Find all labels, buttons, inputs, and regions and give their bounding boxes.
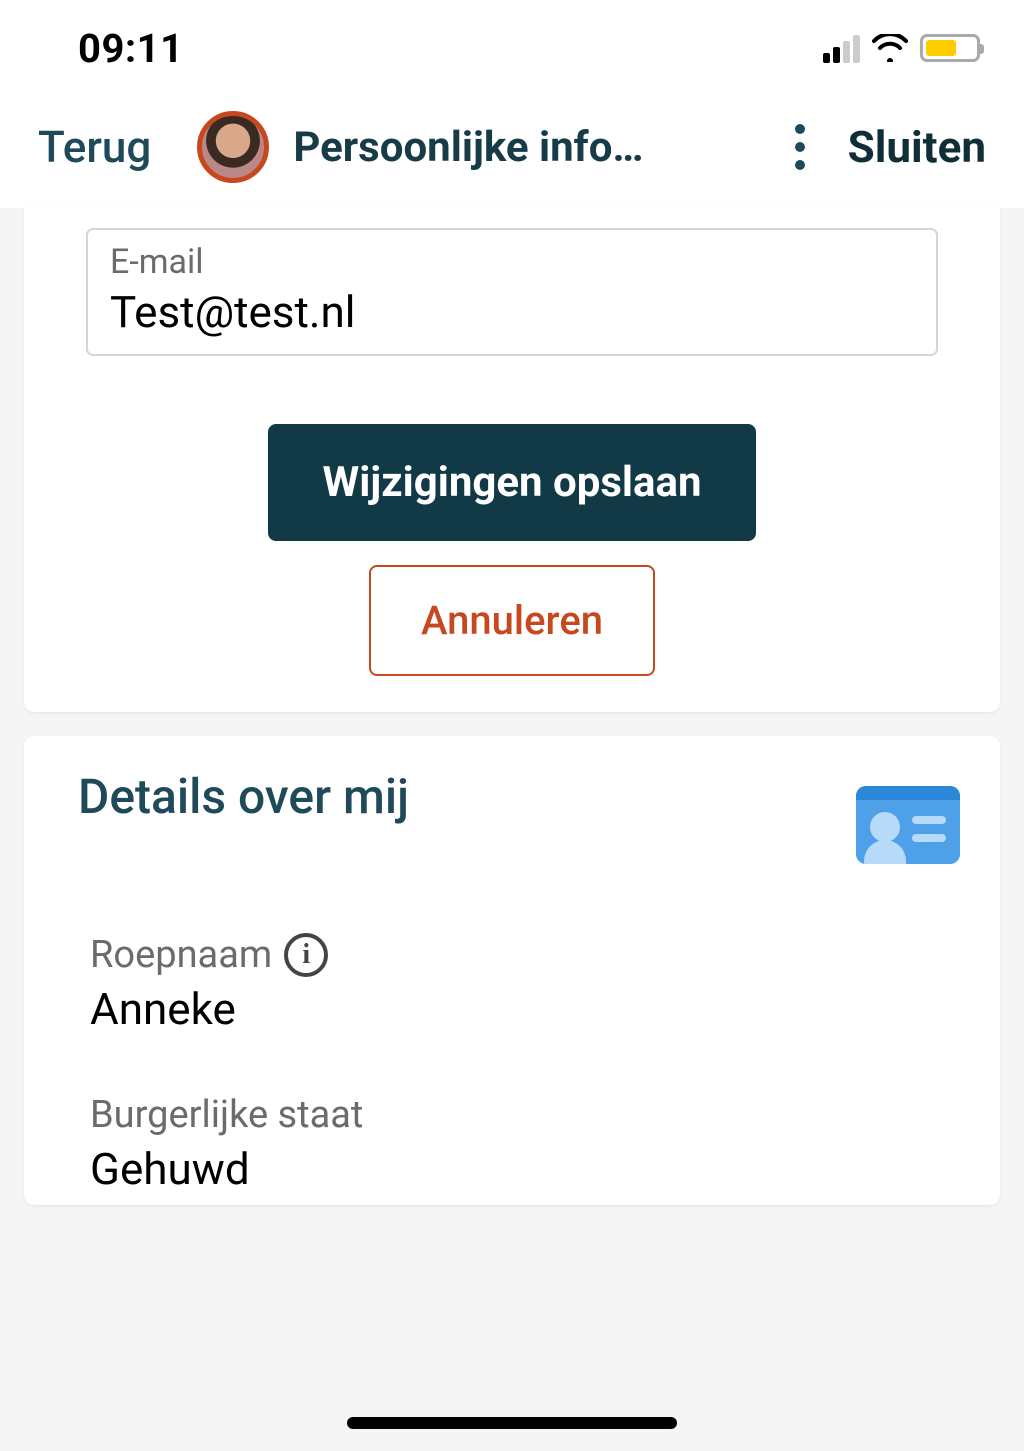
form-actions: Wijzigingen opslaan Annuleren	[24, 424, 1000, 676]
email-label: E-mail	[110, 242, 914, 282]
wifi-icon	[872, 34, 908, 62]
field-label-roepnaam: Roepnaam i	[90, 933, 934, 977]
home-indicator[interactable]	[347, 1417, 677, 1429]
close-button[interactable]: Sluiten	[848, 121, 986, 173]
status-icons	[823, 33, 980, 63]
field-value-roepnaam: Anneke	[90, 983, 934, 1035]
signal-icon	[823, 33, 860, 63]
field-label-burgerlijke-staat: Burgerlijke staat	[90, 1093, 934, 1137]
contact-card: E-mail Wijzigingen opslaan Annuleren	[24, 208, 1000, 712]
email-field-wrapper[interactable]: E-mail	[86, 228, 938, 356]
status-bar: 09:11	[0, 0, 1024, 96]
cancel-button[interactable]: Annuleren	[369, 565, 655, 676]
id-card-icon	[856, 786, 960, 864]
info-icon[interactable]: i	[284, 933, 328, 977]
section-title-details: Details over mij	[24, 760, 1000, 825]
page-title: Persoonlijke infor...	[293, 123, 653, 172]
field-value-burgerlijke-staat: Gehuwd	[90, 1143, 934, 1195]
details-card: Details over mij Roepnaam i Anneke Burge…	[24, 736, 1000, 1205]
battery-icon	[920, 34, 980, 62]
label-text: Roepnaam	[90, 933, 272, 977]
app-header: Terug Persoonlijke infor... Sluiten	[0, 96, 1024, 208]
field-burgerlijke-staat: Burgerlijke staat Gehuwd	[24, 1093, 1000, 1195]
avatar[interactable]	[197, 111, 269, 183]
save-button[interactable]: Wijzigingen opslaan	[268, 424, 755, 541]
email-input[interactable]	[110, 286, 914, 338]
label-text: Burgerlijke staat	[90, 1093, 363, 1137]
field-roepnaam: Roepnaam i Anneke	[24, 933, 1000, 1035]
more-options-button[interactable]	[780, 124, 820, 170]
back-button[interactable]: Terug	[38, 121, 151, 173]
status-time: 09:11	[78, 25, 184, 72]
